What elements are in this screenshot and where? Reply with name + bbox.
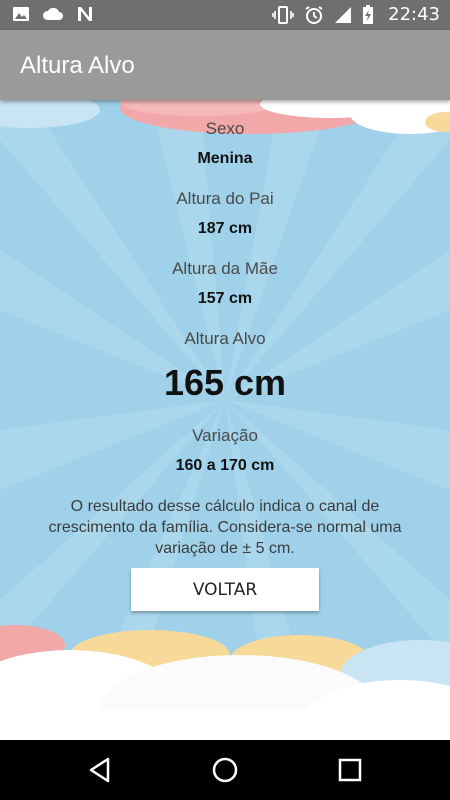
alarm-icon	[305, 5, 323, 24]
n-icon	[78, 7, 92, 21]
target-height-value: 165 cm	[163, 362, 287, 403]
recents-icon[interactable]	[334, 754, 366, 786]
app-title: Altura Alvo	[20, 52, 135, 79]
father-height-value: 187 cm	[197, 220, 253, 237]
navigation-bar	[0, 740, 450, 800]
status-time: 22:43	[388, 4, 440, 25]
battery-charging-icon	[363, 4, 374, 24]
bottom-clouds	[0, 625, 450, 740]
signal-icon	[335, 6, 352, 23]
target-height-label: Altura Alvo	[184, 329, 266, 348]
image-icon	[13, 7, 29, 21]
back-button[interactable]: VOLTAR	[131, 568, 319, 611]
sex-value: Menina	[197, 150, 253, 167]
cloud-icon	[42, 7, 63, 20]
mother-height-label: Altura da Mãe	[172, 259, 278, 278]
vibrate-icon	[272, 5, 294, 24]
mother-height-value: 157 cm	[197, 290, 253, 307]
app-bar: Altura Alvo	[0, 30, 450, 100]
range-label: Variação	[192, 426, 258, 445]
back-icon[interactable]	[84, 754, 116, 786]
result-note: O resultado desse cálculo indica o canal…	[48, 498, 402, 557]
sex-label: Sexo	[205, 119, 245, 138]
status-bar: 22:43	[0, 0, 450, 30]
home-icon[interactable]	[209, 754, 241, 786]
father-height-label: Altura do Pai	[176, 189, 274, 208]
range-value: 160 a 170 cm	[175, 457, 275, 474]
